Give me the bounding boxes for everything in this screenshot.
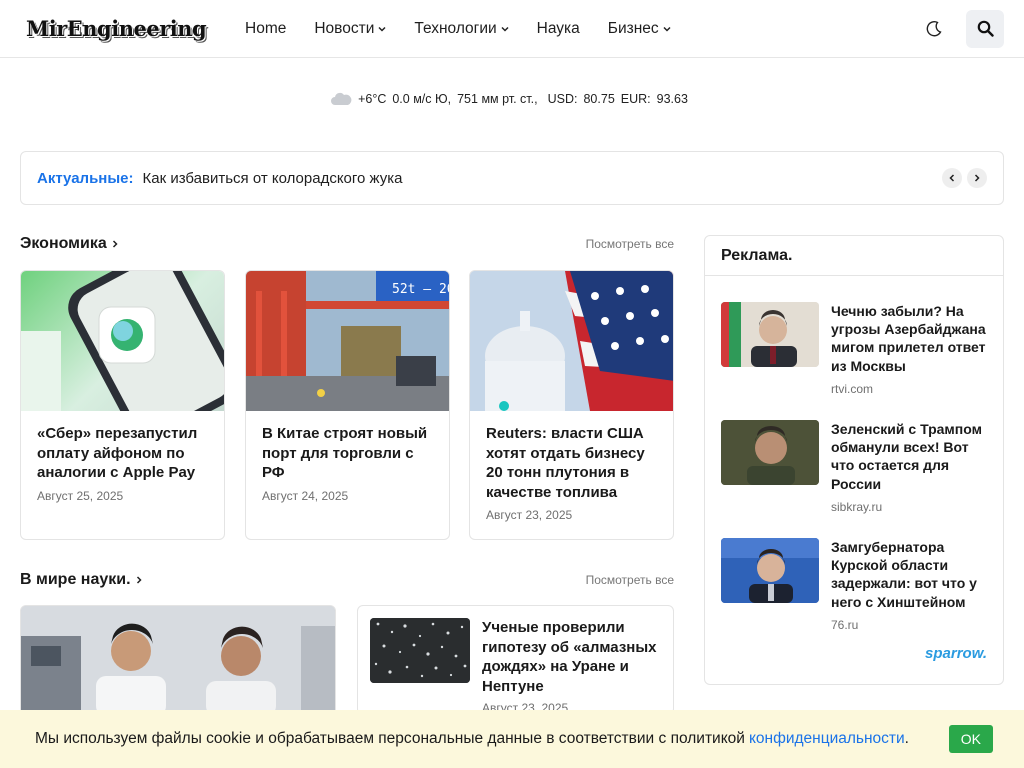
ad-photo bbox=[721, 420, 819, 485]
ad-item[interactable]: Чечню забыли? На угрозы Азербайджана миг… bbox=[721, 302, 991, 396]
usd-rate: 80.75 bbox=[583, 92, 615, 106]
main-nav: Home Новости Технологии Наука Бизнес bbox=[245, 20, 699, 38]
moon-icon[interactable] bbox=[924, 19, 944, 39]
article-card[interactable]: Reuters: власти США хотят отдать бизнесу… bbox=[469, 270, 674, 540]
article-thumbnail bbox=[370, 618, 470, 683]
economy-section-header: Экономика Посмотреть все bbox=[20, 235, 674, 253]
ad-item[interactable]: Замгубернатора Курской области задержали… bbox=[721, 538, 991, 632]
nav-item-science[interactable]: Наука bbox=[537, 20, 580, 38]
trending-label: Актуальные: bbox=[37, 169, 134, 187]
ad-photo bbox=[721, 302, 819, 367]
see-all-link[interactable]: Посмотреть все bbox=[586, 573, 674, 587]
capitol-flag-illustration bbox=[470, 271, 673, 411]
sparrow-logo[interactable]: sparrow. bbox=[925, 645, 987, 662]
phone-illustration bbox=[21, 271, 224, 411]
sidebar-title: Реклама. bbox=[705, 236, 1003, 276]
scientists-illustration bbox=[21, 606, 335, 714]
chevron-down-icon bbox=[501, 26, 509, 32]
trending-headline[interactable]: Как избавиться от колорадского жука bbox=[143, 170, 403, 187]
nav-item-label: Бизнес bbox=[607, 19, 659, 37]
ad-image bbox=[721, 420, 819, 485]
see-all-link[interactable]: Посмотреть все bbox=[586, 237, 674, 251]
ad-title[interactable]: Чечню забыли? На угрозы Азербайджана миг… bbox=[831, 302, 991, 375]
article-title[interactable]: Ученые проверили гипотезу об «алмазных д… bbox=[482, 618, 661, 696]
nav-item-label: Home bbox=[245, 19, 287, 37]
science-section-header: В мире науки. Посмотреть все bbox=[20, 571, 674, 589]
cookie-text: Мы используем файлы cookie и обрабатывае… bbox=[35, 730, 745, 747]
diamond-rain-illustration bbox=[370, 618, 470, 683]
nav-item-label: Новости bbox=[314, 19, 375, 37]
next-button[interactable] bbox=[967, 168, 987, 188]
temperature: +6°C bbox=[358, 92, 387, 106]
privacy-policy-link[interactable]: конфиденциальности bbox=[749, 730, 905, 748]
ad-title[interactable]: Замгубернатора Курской области задержали… bbox=[831, 538, 991, 611]
nav-item-home[interactable]: Home bbox=[245, 20, 286, 38]
economy-section-title[interactable]: Экономика bbox=[20, 235, 119, 253]
nav-item-business[interactable]: Бизнес bbox=[608, 20, 671, 38]
chevron-right-icon bbox=[136, 576, 142, 584]
cloud-icon bbox=[331, 92, 352, 105]
pressure: 751 мм рт. ст., bbox=[457, 92, 538, 106]
article-title[interactable]: Reuters: власти США хотят отдать бизнесу… bbox=[486, 424, 657, 502]
section-title-label: В мире науки. bbox=[20, 571, 131, 588]
article-card[interactable]: 52t — 26r В Китае строят новый порт для … bbox=[245, 270, 450, 540]
nav-item-news[interactable]: Новости bbox=[314, 20, 386, 38]
usd-label: USD: bbox=[547, 92, 578, 106]
cookie-ok-button[interactable]: OK bbox=[948, 725, 993, 753]
chevron-right-icon bbox=[974, 174, 980, 182]
eur-label: EUR: bbox=[620, 92, 651, 106]
article-image bbox=[470, 271, 673, 411]
search-icon bbox=[977, 20, 994, 37]
ad-source: 76.ru bbox=[831, 617, 859, 632]
article-card[interactable]: «Сбер» перезапустил оплату айфоном по ан… bbox=[20, 270, 225, 540]
article-date: Август 24, 2025 bbox=[262, 488, 349, 503]
article-title[interactable]: В Китае строят новый порт для торговли с… bbox=[262, 424, 433, 483]
header-actions bbox=[924, 9, 1004, 48]
ad-photo bbox=[721, 538, 819, 603]
article-date: Август 25, 2025 bbox=[37, 488, 124, 503]
ad-source: rtvi.com bbox=[831, 381, 873, 396]
svg-text:52t — 26r: 52t — 26r bbox=[392, 282, 449, 297]
ad-image bbox=[721, 538, 819, 603]
cookie-banner: Мы используем файлы cookie и обрабатывае… bbox=[0, 710, 1024, 768]
ticker-controls bbox=[937, 168, 987, 188]
science-article-card[interactable]: Ученые проверили гипотезу об «алмазных д… bbox=[357, 605, 674, 715]
weather-currency-bar: +6°C 0.0 м/с Ю, 751 мм рт. ст., USD: 80.… bbox=[0, 92, 1024, 106]
chevron-down-icon bbox=[663, 26, 671, 32]
search-button[interactable] bbox=[966, 9, 1004, 48]
article-title[interactable]: «Сбер» перезапустил оплату айфоном по ан… bbox=[37, 424, 208, 483]
science-section-title[interactable]: В мире науки. bbox=[20, 571, 143, 589]
site-header: MirEngineering Home Новости Технологии Н… bbox=[0, 0, 1024, 58]
chevron-left-icon bbox=[949, 174, 955, 182]
chevron-down-icon bbox=[378, 26, 386, 32]
port-illustration: 52t — 26r bbox=[246, 271, 449, 411]
eur-rate: 93.63 bbox=[656, 92, 688, 106]
nav-item-tech[interactable]: Технологии bbox=[414, 19, 509, 38]
nav-item-label: Наука bbox=[536, 19, 580, 37]
article-image: 52t — 26r bbox=[246, 271, 449, 411]
prev-button[interactable] bbox=[942, 168, 962, 188]
ad-source: sibkray.ru bbox=[831, 499, 883, 514]
ad-title[interactable]: Зеленский с Трампом обманули всех! Вот ч… bbox=[831, 420, 991, 493]
wind: 0.0 м/с Ю, bbox=[392, 92, 452, 106]
chevron-right-icon bbox=[112, 240, 118, 248]
trending-ticker: Актуальные: Как избавиться от колорадско… bbox=[20, 151, 1004, 205]
article-date: Август 23, 2025 bbox=[486, 508, 573, 522]
ad-image bbox=[721, 302, 819, 367]
ad-sidebar: Реклама. Чечню забыли? На угрозы Азербай… bbox=[704, 235, 1004, 685]
nav-item-label: Технологии bbox=[414, 19, 497, 37]
ad-item[interactable]: Зеленский с Трампом обманули всех! Вот ч… bbox=[721, 420, 991, 514]
section-title-label: Экономика bbox=[20, 235, 107, 252]
site-logo[interactable]: MirEngineering bbox=[26, 16, 226, 41]
featured-science-image[interactable] bbox=[20, 605, 336, 715]
article-image bbox=[21, 271, 224, 411]
cookie-period: . bbox=[904, 730, 909, 747]
